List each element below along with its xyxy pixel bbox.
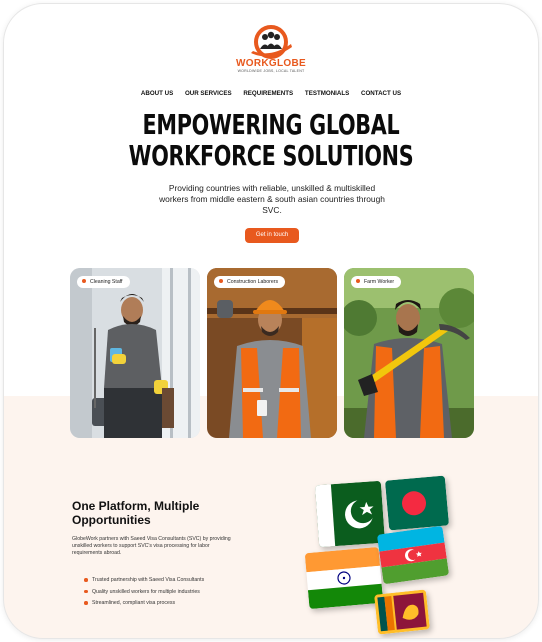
feature-list: Trusted partnership with Saeed Visa Cons… <box>84 577 204 612</box>
get-in-touch-button[interactable]: Get in touch <box>245 228 299 243</box>
card-badge: Cleaning Staff <box>77 276 130 288</box>
construction-laborer-photo <box>207 268 337 438</box>
globe-workers-icon <box>245 22 297 60</box>
cleaning-staff-photo <box>70 268 200 438</box>
india-flag <box>304 546 384 610</box>
brand-tagline: WORLDWIDE JOBS, LOCAL TALENT <box>237 69 305 73</box>
card-badge: Construction Laborers <box>214 276 286 288</box>
section-title: One Platform, Multiple Opportunities <box>72 499 200 527</box>
card-cleaning-staff[interactable]: Cleaning Staff <box>70 268 200 438</box>
logo[interactable]: WORKGLOBE WORLDWIDE JOBS, LOCAL TALENT <box>4 22 538 73</box>
pakistan-flag <box>314 480 386 548</box>
nav-item-testimonials[interactable]: TESTMONIALS <box>305 90 349 97</box>
azerbaijan-flag <box>376 525 450 585</box>
main-nav: ABOUT US OUR SERVICES REQUIREMENTS TESTM… <box>4 90 538 97</box>
badge-dot-icon <box>356 279 360 284</box>
badge-dot-icon <box>219 279 223 284</box>
page-frame: WORKGLOBE WORLDWIDE JOBS, LOCAL TALENT A… <box>3 3 539 639</box>
farm-worker-photo <box>344 268 474 438</box>
list-item: Trusted partnership with Saeed Visa Cons… <box>84 577 204 583</box>
card-label: Farm Worker <box>364 279 395 285</box>
card-label: Cleaning Staff <box>90 279 123 285</box>
nav-item-about-us[interactable]: ABOUT US <box>141 90 173 97</box>
hero-title-line-2: WORKFORCE SOLUTIONS <box>128 139 414 172</box>
card-construction-laborers[interactable]: Construction Laborers <box>207 268 337 438</box>
nav-item-requirements[interactable]: REQUIREMENTS <box>243 90 293 97</box>
nav-item-contact-us[interactable]: CONTACT US <box>361 90 401 97</box>
section-body: GlobeWork partners with Saeed Visa Consu… <box>72 536 231 556</box>
hero-subtitle: Providing countries with reliable, unski… <box>159 183 385 216</box>
card-farm-worker[interactable]: Farm Worker <box>344 268 474 438</box>
card-label: Construction Laborers <box>227 279 279 285</box>
hero-title: EMPOWERING GLOBAL WORKFORCE SOLUTIONS <box>73 109 468 171</box>
hero-title-line-1: EMPOWERING GLOBAL <box>142 108 400 141</box>
sri-lanka-flag <box>374 589 430 635</box>
badge-dot-icon <box>82 279 86 284</box>
list-item: Quality unskilled workers for multiple i… <box>84 589 204 595</box>
nav-item-our-services[interactable]: OUR SERVICES <box>185 90 232 97</box>
bangladesh-flag <box>384 475 450 531</box>
list-item: Streamlined, compliant visa process <box>84 600 204 606</box>
card-badge: Farm Worker <box>351 276 402 288</box>
